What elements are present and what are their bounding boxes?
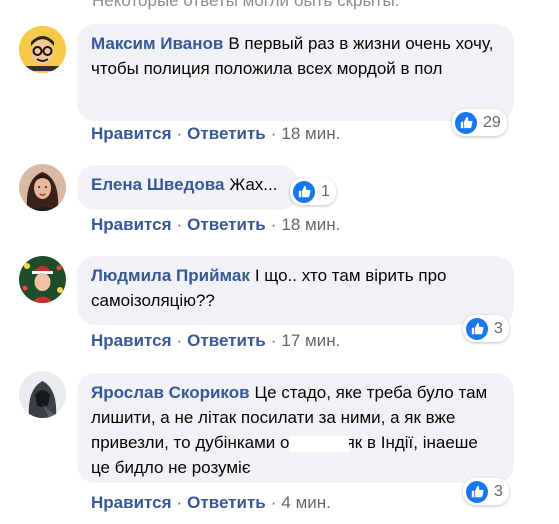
comment-actions: Нравится · Ответить · 4 мин.: [91, 493, 331, 513]
reaction-count[interactable]: 29: [452, 109, 507, 136]
hooded-figure-icon: [19, 371, 66, 418]
reaction-number: 3: [494, 319, 503, 337]
woman-portrait-icon: [19, 164, 66, 211]
comment-author[interactable]: Людмила Приймак: [91, 266, 250, 285]
separator: ·: [176, 493, 183, 512]
timestamp[interactable]: 4 мин.: [281, 493, 330, 512]
separator: ·: [270, 493, 277, 512]
like-icon: [455, 111, 477, 134]
hidden-replies-note: Некоторые ответы могли быть скрыты.: [92, 0, 400, 10]
reply-button[interactable]: Ответить: [187, 215, 266, 234]
avatar[interactable]: [19, 164, 66, 211]
avatar[interactable]: [19, 26, 66, 73]
christmas-photo-icon: [19, 256, 66, 303]
reaction-count[interactable]: 1: [290, 178, 336, 205]
comment-actions: Нравится · Ответить · 18 мин.: [91, 124, 340, 144]
timestamp[interactable]: 18 мин.: [281, 215, 340, 234]
reaction-number: 3: [494, 482, 503, 500]
like-icon: [466, 317, 488, 340]
reaction-count[interactable]: 3: [463, 315, 509, 342]
separator: ·: [270, 124, 277, 143]
avatar[interactable]: [19, 256, 66, 303]
reaction-number: 1: [321, 182, 330, 200]
separator: ·: [176, 331, 183, 350]
comment-author[interactable]: Ярослав Скориков: [91, 383, 250, 402]
comment-bubble: Максим Иванов В первый раз в жизни очень …: [77, 24, 514, 121]
timestamp[interactable]: 17 мин.: [281, 331, 340, 350]
cartoon-man-glasses-icon: [19, 26, 66, 73]
comment-actions: Нравится · Ответить · 17 мин.: [91, 331, 340, 351]
comment-text: Жах...: [229, 175, 278, 194]
comment-author[interactable]: Елена Шведова: [91, 175, 224, 194]
separator: ·: [176, 215, 183, 234]
reply-button[interactable]: Ответить: [187, 493, 266, 512]
like-icon: [466, 480, 488, 503]
separator: ·: [270, 331, 277, 350]
comment-bubble: Елена Шведова Жах...: [77, 165, 298, 210]
timestamp[interactable]: 18 мин.: [281, 124, 340, 143]
redaction-mark: [288, 435, 349, 452]
reply-button[interactable]: Ответить: [187, 331, 266, 350]
separator: ·: [270, 215, 277, 234]
avatar[interactable]: [19, 371, 66, 418]
separator: ·: [176, 124, 183, 143]
reaction-number: 29: [483, 113, 501, 131]
reply-button[interactable]: Ответить: [187, 124, 266, 143]
like-button[interactable]: Нравится: [91, 215, 172, 234]
like-button[interactable]: Нравится: [91, 493, 172, 512]
comment-bubble: Людмила Приймак І що.. хто там вірить про…: [77, 256, 514, 325]
reaction-count[interactable]: 3: [463, 478, 509, 505]
comment-actions: Нравится · Ответить · 18 мин.: [91, 215, 340, 235]
like-icon: [293, 180, 315, 203]
comment-author[interactable]: Максим Иванов: [91, 34, 223, 53]
like-button[interactable]: Нравится: [91, 124, 172, 143]
comment-bubble: Ярослав Скориков Це стадо, яке треба було…: [77, 373, 514, 483]
like-button[interactable]: Нравится: [91, 331, 172, 350]
